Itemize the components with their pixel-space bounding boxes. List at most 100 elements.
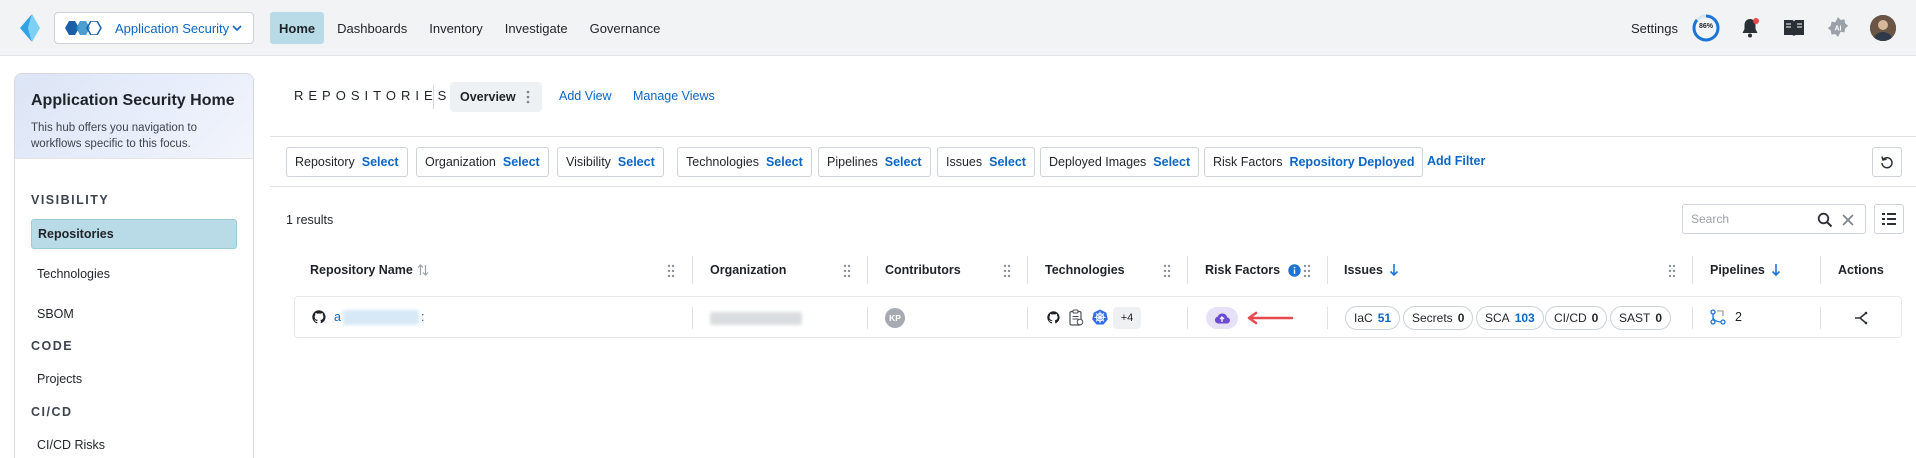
- nav-home[interactable]: Home: [270, 12, 325, 44]
- add-filter-link[interactable]: Add Filter: [1427, 154, 1485, 168]
- settings-link[interactable]: Settings: [1631, 21, 1678, 36]
- search-icon[interactable]: [1817, 212, 1833, 228]
- contributor-avatar[interactable]: KP: [885, 308, 905, 328]
- filter-technologies[interactable]: Technologies Select: [677, 147, 812, 177]
- sidebar-item-sbom[interactable]: SBOM: [31, 299, 237, 329]
- github-icon: [1047, 311, 1060, 324]
- actions-icon[interactable]: [1854, 311, 1868, 325]
- bell-icon[interactable]: [1738, 16, 1762, 40]
- column-divider[interactable]: [1327, 256, 1328, 284]
- sidebar-item-technologies[interactable]: Technologies: [31, 259, 237, 289]
- risk-factor-chip[interactable]: [1206, 307, 1238, 329]
- column-settings-button[interactable]: [1874, 204, 1904, 234]
- repository-name: a: [334, 310, 341, 324]
- cell-divider: [1820, 307, 1821, 329]
- sort-desc-icon[interactable]: [1389, 264, 1399, 276]
- pipelines-count[interactable]: 2: [1735, 310, 1742, 324]
- progress-ring[interactable]: 86%: [1692, 14, 1720, 42]
- section-code: CODE: [31, 339, 74, 353]
- issue-badge-iac[interactable]: IaC 51: [1345, 306, 1401, 330]
- filter-value: Select: [884, 155, 922, 169]
- search-input[interactable]: [1691, 212, 1811, 226]
- drag-handle-icon[interactable]: [1303, 264, 1311, 278]
- drag-handle-icon[interactable]: [843, 264, 851, 278]
- drag-handle-icon[interactable]: [1163, 264, 1171, 278]
- col-repository-name[interactable]: Repository Name: [310, 263, 429, 277]
- sort-desc-icon[interactable]: [1771, 264, 1781, 276]
- app-switcher-dropdown[interactable]: Application Security: [54, 12, 254, 44]
- book-icon[interactable]: [1782, 16, 1806, 40]
- redacted-repository-name: [343, 310, 419, 325]
- nav-governance[interactable]: Governance: [581, 12, 670, 44]
- cell-divider: [1327, 307, 1328, 329]
- user-avatar[interactable]: [1870, 15, 1896, 41]
- issue-badge-secrets[interactable]: Secrets 0: [1403, 306, 1474, 330]
- nav-inventory[interactable]: Inventory: [420, 12, 491, 44]
- sidebar-item-projects[interactable]: Projects: [31, 364, 237, 394]
- view-tab-overview[interactable]: Overview: [450, 82, 542, 112]
- sidebar-item-repositories[interactable]: Repositories: [31, 219, 237, 249]
- column-divider[interactable]: [1692, 256, 1693, 284]
- add-view-link[interactable]: Add View: [559, 89, 612, 103]
- issue-badge-cicd[interactable]: CI/CD 0: [1545, 306, 1608, 330]
- filter-value: Select: [361, 155, 399, 169]
- issue-badge-sast[interactable]: SAST 0: [1610, 306, 1672, 330]
- drag-handle-icon[interactable]: [1003, 264, 1011, 278]
- filter-organization[interactable]: Organization Select: [416, 147, 549, 177]
- title-divider: [433, 85, 434, 109]
- more-technologies-chip[interactable]: +4: [1113, 307, 1141, 329]
- search-field[interactable]: [1682, 204, 1866, 234]
- column-divider[interactable]: [867, 256, 868, 284]
- filter-deployed-images[interactable]: Deployed Images Select: [1040, 147, 1200, 177]
- col-risk-factors[interactable]: Risk Factors: [1205, 263, 1301, 277]
- filter-repository[interactable]: Repository Select: [286, 147, 408, 177]
- sort-icon[interactable]: [417, 264, 429, 276]
- product-logo-icon[interactable]: [18, 14, 42, 42]
- drag-handle-icon[interactable]: [667, 264, 675, 278]
- column-divider[interactable]: [1820, 256, 1821, 284]
- filter-value: Select: [765, 155, 803, 169]
- filter-visibility[interactable]: Visibility Select: [557, 147, 664, 177]
- columns-icon: [1882, 213, 1896, 225]
- nav-investigate[interactable]: Investigate: [496, 12, 577, 44]
- info-icon[interactable]: [1288, 263, 1301, 277]
- sidebar: Application Security Home This hub offer…: [14, 73, 254, 458]
- filter-risk-factors[interactable]: Risk Factors Repository Deployed: [1204, 147, 1424, 177]
- col-organization[interactable]: Organization: [710, 263, 786, 277]
- drag-handle-icon[interactable]: [1668, 264, 1676, 278]
- github-icon: [312, 310, 326, 324]
- column-divider[interactable]: [1187, 256, 1188, 284]
- kebab-menu-icon[interactable]: [526, 90, 530, 104]
- manage-views-link[interactable]: Manage Views: [633, 89, 715, 103]
- top-right-controls: Settings 86% AI: [1631, 12, 1896, 44]
- col-label: Actions: [1838, 263, 1884, 277]
- issue-count: 103: [1514, 311, 1535, 325]
- col-contributors[interactable]: Contributors: [885, 263, 961, 277]
- col-pipelines[interactable]: Pipelines: [1710, 263, 1781, 277]
- column-divider[interactable]: [692, 256, 693, 284]
- user-avatar-image: [1870, 15, 1896, 41]
- issue-count: 0: [1457, 311, 1465, 325]
- sidebar-item-cicd-risks[interactable]: CI/CD Risks: [31, 430, 237, 458]
- filter-key: Technologies: [686, 155, 759, 169]
- app-logo-icon: [65, 21, 102, 35]
- column-divider[interactable]: [1027, 256, 1028, 284]
- col-technologies[interactable]: Technologies: [1045, 263, 1125, 277]
- filters-divider: [270, 186, 1916, 187]
- clear-icon[interactable]: [1841, 213, 1855, 227]
- reset-filters-button[interactable]: [1872, 147, 1902, 177]
- filter-pipelines[interactable]: Pipelines Select: [818, 147, 931, 177]
- cell-divider: [1692, 307, 1693, 329]
- redacted-organization: [710, 312, 802, 325]
- col-issues[interactable]: Issues: [1344, 263, 1399, 277]
- filter-issues[interactable]: Issues Select: [937, 147, 1035, 177]
- filter-value: Select: [617, 155, 655, 169]
- repository-name-link[interactable]: a: [334, 310, 341, 324]
- issue-count: 51: [1377, 311, 1392, 325]
- issue-badge-sca[interactable]: SCA 103: [1476, 306, 1544, 330]
- ai-assistant-icon[interactable]: AI: [1826, 16, 1850, 40]
- filter-key: Risk Factors: [1213, 155, 1283, 169]
- issue-label: IaC: [1354, 311, 1373, 325]
- cell-divider: [1187, 307, 1188, 329]
- nav-dashboards[interactable]: Dashboards: [328, 12, 416, 44]
